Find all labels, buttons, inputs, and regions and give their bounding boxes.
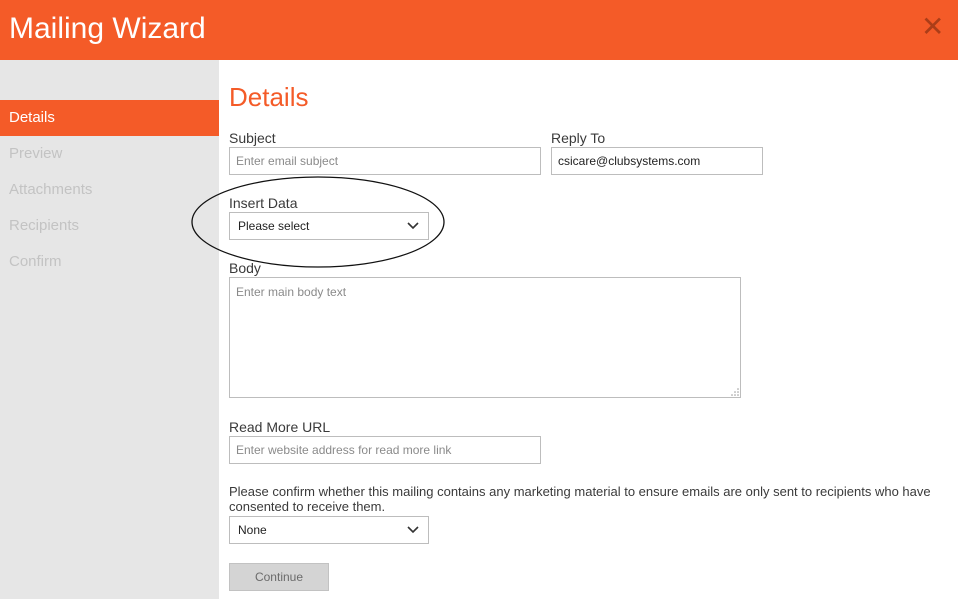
page-title: Details [229, 82, 309, 112]
consent-text: Please confirm whether this mailing cont… [229, 484, 931, 514]
sidebar-item-confirm[interactable]: Confirm [0, 244, 219, 280]
chevron-down-icon [407, 526, 419, 534]
sidebar-item-recipients[interactable]: Recipients [0, 208, 219, 244]
highlight-circle [191, 176, 445, 268]
marketing-consent-selected: None [238, 523, 267, 537]
sidebar: Details Preview Attachments Recipients C… [0, 60, 219, 599]
sidebar-item-attachments[interactable]: Attachments [0, 172, 219, 208]
resize-grip-icon[interactable] [731, 388, 739, 396]
window-title: Mailing Wizard [9, 12, 206, 45]
close-icon[interactable]: ✕ [921, 13, 944, 41]
marketing-consent-select[interactable]: None [229, 516, 429, 544]
read-more-url-input[interactable] [229, 436, 541, 464]
subject-label: Subject [229, 130, 276, 146]
body-field [229, 277, 741, 398]
sidebar-item-details[interactable]: Details [0, 100, 219, 136]
title-bar: Mailing Wizard ✕ [0, 0, 958, 60]
subject-input[interactable] [229, 147, 541, 175]
read-more-label: Read More URL [229, 419, 331, 435]
continue-button[interactable]: Continue [229, 563, 329, 591]
reply-to-label: Reply To [551, 130, 606, 146]
main-panel: Details Subject Reply To Insert Data Ple… [219, 60, 958, 599]
reply-to-input[interactable] [551, 147, 763, 175]
body-textarea[interactable] [229, 277, 741, 398]
sidebar-item-preview[interactable]: Preview [0, 136, 219, 172]
